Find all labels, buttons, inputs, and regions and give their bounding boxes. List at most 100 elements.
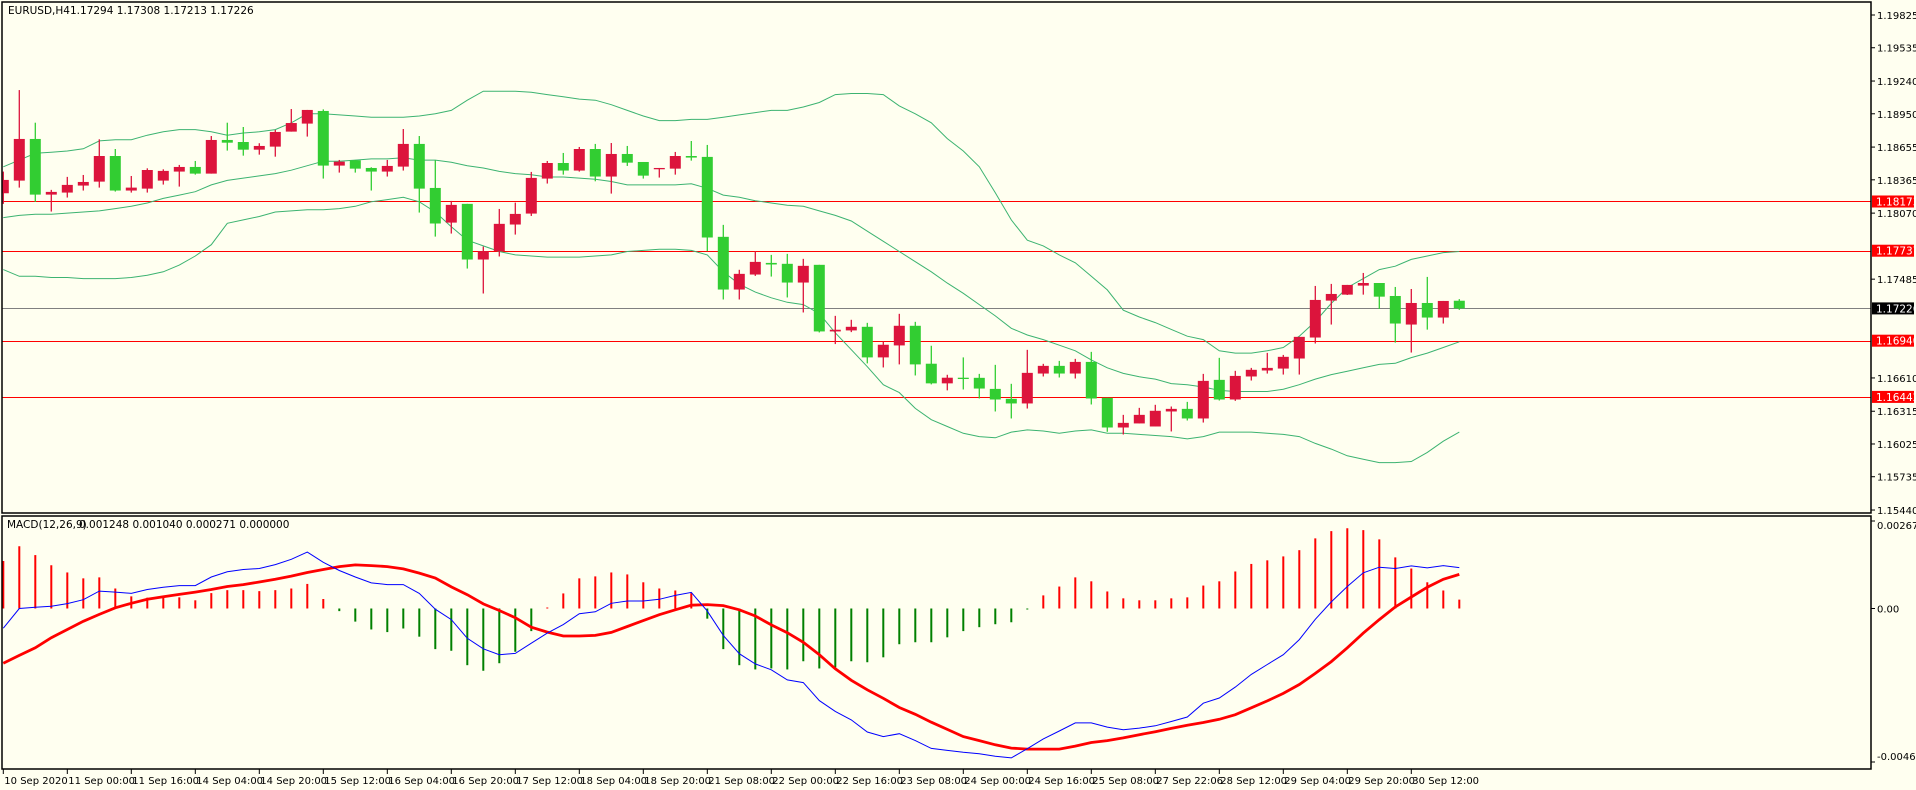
candle-body	[1021, 372, 1033, 404]
candle-body	[1453, 300, 1465, 309]
candle-body	[1053, 365, 1065, 374]
time-tick-label: 14 Sep 04:00	[196, 776, 263, 787]
candle-body	[669, 155, 681, 169]
price-tick-label: 1.18655	[1877, 143, 1916, 154]
macd-tick-label: 0.00267	[1877, 521, 1916, 532]
price-tag-label: 1.17226	[1876, 303, 1916, 315]
candle-body	[621, 153, 633, 163]
time-tick-label: 24 Sep 16:00	[1028, 776, 1095, 787]
candle-body	[253, 145, 265, 150]
candle	[813, 264, 825, 333]
candle-body	[1437, 300, 1449, 318]
time-tick-label: 22 Sep 00:00	[772, 776, 839, 787]
time-tick-label: 28 Sep 12:00	[1220, 776, 1287, 787]
candle-body	[269, 131, 281, 147]
price-tick-label: 1.18950	[1877, 110, 1916, 121]
candle-body	[1421, 302, 1433, 318]
time-tick-label: 16 Sep 20:00	[452, 776, 519, 787]
candle-body	[141, 169, 153, 189]
candle-body	[957, 377, 969, 380]
price-tick-label: 1.19535	[1877, 44, 1916, 55]
candle-body	[365, 167, 377, 172]
candle-body	[829, 329, 841, 332]
candle-body	[1069, 361, 1081, 374]
candle-body	[733, 273, 745, 290]
time-tick-label: 24 Sep 00:00	[964, 776, 1031, 787]
price-tick-label: 1.15440	[1877, 506, 1916, 517]
candle-body	[1181, 408, 1193, 419]
time-tick-label: 30 Sep 12:00	[1412, 776, 1479, 787]
price-tag-label: 1.16940	[1876, 336, 1916, 348]
candle-body	[557, 162, 569, 171]
candle-body	[29, 138, 41, 195]
candle-body	[1197, 380, 1209, 419]
candle-body	[45, 191, 57, 195]
candle-body	[493, 223, 505, 252]
candle-body	[605, 153, 617, 177]
price-tick-label: 1.15735	[1877, 473, 1916, 484]
candle-body	[1277, 356, 1289, 369]
candle-body	[1149, 410, 1161, 427]
candle-body	[173, 166, 185, 172]
candle-body	[845, 326, 857, 331]
candle-body	[589, 149, 601, 177]
candle-body	[909, 325, 921, 365]
candle-body	[381, 165, 393, 172]
candle-body	[77, 181, 89, 186]
candle-body	[573, 149, 585, 171]
candle-body	[941, 377, 953, 384]
time-tick-label: 27 Sep 22:06	[1156, 776, 1223, 787]
candle-body	[125, 187, 137, 191]
candle-body	[861, 326, 873, 358]
candle-body	[333, 161, 345, 166]
candle-body	[1213, 379, 1225, 400]
candle-body	[1309, 299, 1321, 338]
candle	[1101, 397, 1113, 432]
chart-window[interactable]: EURUSD,H4 1.17294 1.17308 1.17213 1.1722…	[0, 0, 1916, 790]
candle-body	[477, 251, 489, 260]
time-tick-label: 18 Sep 20:00	[644, 776, 711, 787]
candle-body	[109, 155, 121, 191]
candle-body	[925, 363, 937, 384]
candle-body	[1101, 397, 1113, 428]
candle	[1453, 299, 1465, 310]
time-tick-label: 17 Sep 12:00	[516, 776, 583, 787]
candle-body	[749, 261, 761, 275]
candle-body	[1005, 398, 1017, 404]
candle	[525, 171, 537, 216]
candle-body	[1389, 295, 1401, 324]
candle-body	[13, 138, 25, 181]
candle-body	[237, 142, 249, 150]
candle-body	[637, 161, 649, 176]
price-tag-label: 1.18173	[1876, 196, 1916, 208]
candle-body	[1165, 408, 1177, 412]
candle-body	[1085, 361, 1097, 399]
candle	[701, 144, 713, 252]
time-tick-label: 15 Sep 12:00	[324, 776, 391, 787]
candle	[1197, 373, 1209, 423]
time-tick-label: 23 Sep 08:00	[900, 776, 967, 787]
price-tag-label: 1.17737	[1876, 246, 1916, 258]
candle-body	[541, 162, 553, 179]
candle-body	[525, 177, 537, 214]
candle-body	[813, 264, 825, 332]
candle-body	[1133, 414, 1145, 424]
candle-body	[349, 160, 361, 169]
candle-body	[189, 166, 201, 174]
price-tick-label: 1.16610	[1877, 374, 1916, 385]
candle-body	[93, 155, 105, 182]
time-tick-label: 10 Sep 2020	[4, 776, 67, 787]
candle-body	[301, 109, 313, 124]
candle-body	[1373, 283, 1385, 297]
background	[0, 0, 1916, 790]
candle-body	[877, 344, 889, 358]
candle-body	[221, 139, 233, 143]
candle-body	[1405, 302, 1417, 325]
candle-body	[445, 204, 457, 223]
time-tick-label: 29 Sep 04:00	[1284, 776, 1351, 787]
price-tick-label: 1.18365	[1877, 176, 1916, 187]
time-tick-label: 18 Sep 04:00	[580, 776, 647, 787]
candle-body	[1117, 422, 1129, 428]
candle-body	[413, 143, 425, 189]
candle	[461, 203, 473, 269]
